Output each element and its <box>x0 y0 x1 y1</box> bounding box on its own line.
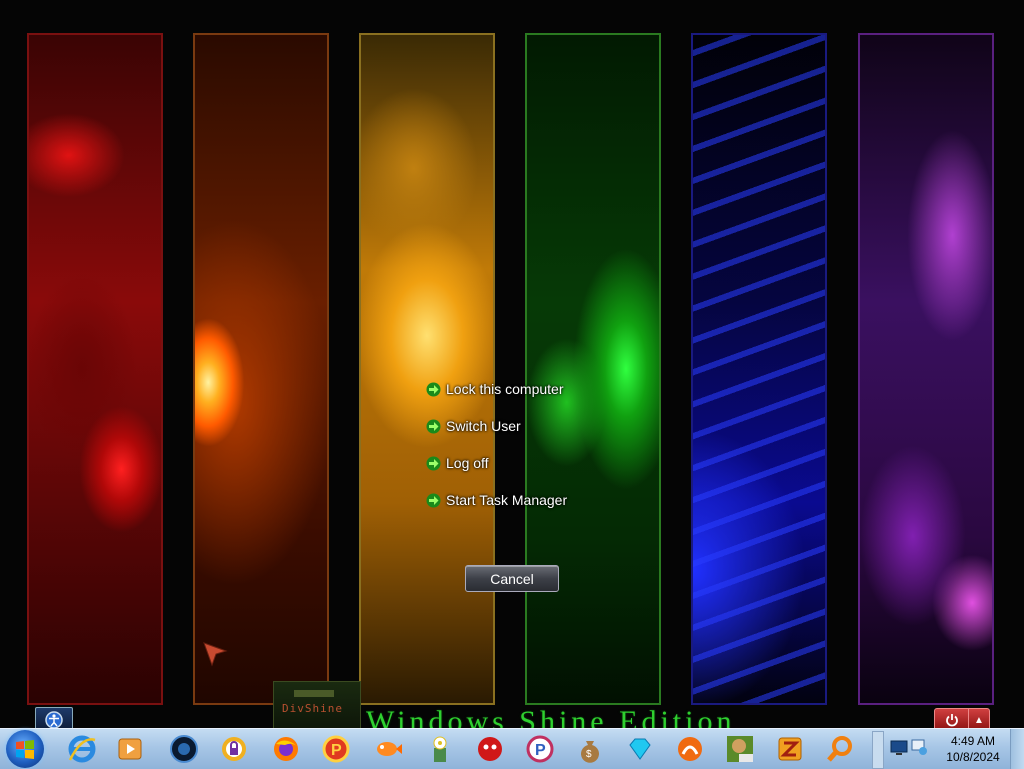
wallpaper-panel-purple <box>858 33 994 705</box>
media-player-icon[interactable] <box>114 733 146 765</box>
wallpaper-panel-green <box>525 33 661 705</box>
wallpaper-panel-orange <box>193 33 329 705</box>
clock-time: 4:49 AM <box>950 734 996 748</box>
money-bag-icon[interactable]: $ <box>574 733 606 765</box>
mouse-cursor-icon <box>203 642 228 667</box>
firefox-icon[interactable] <box>270 733 302 765</box>
chevron-up-icon: ▲ <box>974 714 984 726</box>
flower-icon[interactable] <box>424 733 456 765</box>
orb-icon[interactable] <box>168 733 200 765</box>
green-arrow-icon <box>426 382 441 396</box>
start-task-manager-option[interactable]: Start Task Manager <box>426 489 567 511</box>
svg-text:P: P <box>535 742 546 759</box>
fish-icon[interactable] <box>372 733 404 765</box>
wallpaper-panel-red <box>27 33 163 705</box>
log-off-label: Log off <box>446 455 489 471</box>
wallpaper-panel-yellow <box>359 33 495 705</box>
diamond-icon[interactable] <box>624 733 656 765</box>
switch-user-option[interactable]: Switch User <box>426 415 521 437</box>
system-clock[interactable]: 4:49 AM 10/8/2024 <box>938 733 1008 765</box>
p-circle-icon[interactable]: P <box>524 733 556 765</box>
green-arrow-icon <box>426 456 441 470</box>
start-button[interactable] <box>6 730 44 768</box>
start-task-manager-label: Start Task Manager <box>446 492 568 508</box>
windows-logo-icon <box>16 740 34 759</box>
tray-overflow-scroll[interactable] <box>872 731 884 769</box>
svg-text:$: $ <box>586 749 592 760</box>
svg-text:P: P <box>331 742 342 759</box>
p-app-icon[interactable]: P <box>320 733 352 765</box>
network-tray-icon[interactable] <box>910 738 928 756</box>
lock-computer-label: Lock this computer <box>446 381 564 397</box>
green-arrow-icon <box>426 419 441 433</box>
z-app-icon[interactable] <box>774 733 806 765</box>
show-desktop-button[interactable] <box>1010 729 1024 769</box>
log-off-option[interactable]: Log off <box>426 452 489 474</box>
red-app-icon[interactable] <box>474 733 506 765</box>
power-icon <box>946 714 958 727</box>
wallpaper-panel-blue <box>691 33 827 705</box>
ease-of-access-icon <box>45 711 63 729</box>
display-tray-icon[interactable] <box>890 738 908 756</box>
internet-explorer-icon[interactable] <box>66 733 98 765</box>
theme-logo: DivShine <box>273 681 361 735</box>
clock-date: 10/8/2024 <box>946 750 1000 764</box>
cancel-button[interactable]: Cancel <box>465 565 559 592</box>
magnifier-icon[interactable] <box>824 733 856 765</box>
switch-user-label: Switch User <box>446 418 521 434</box>
green-arrow-icon <box>426 493 441 507</box>
lock-app-icon[interactable] <box>218 733 250 765</box>
lock-computer-option[interactable]: Lock this computer <box>426 378 564 400</box>
box-app-icon[interactable] <box>724 733 756 765</box>
orange-app-icon[interactable] <box>674 733 706 765</box>
logo-text: DivShine <box>282 702 343 715</box>
taskbar: P P $ 4:49 AM 10/8/2024 <box>0 728 1024 769</box>
